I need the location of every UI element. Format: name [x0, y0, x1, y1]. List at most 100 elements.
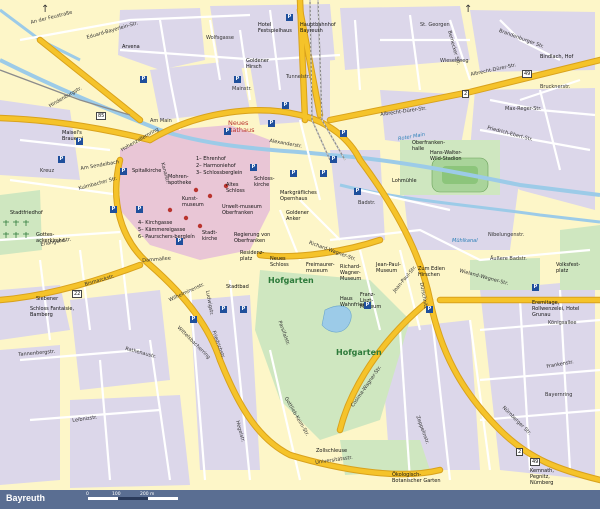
- poi-label: Zum Edlen Hirschen: [418, 266, 446, 278]
- map-footer: Bayreuth 0 100 200 m: [0, 490, 600, 509]
- poi-label: Arvena: [122, 44, 140, 50]
- parking-icon[interactable]: P: [354, 188, 361, 195]
- poi-label: Gottes-ackerkirche: [36, 232, 65, 244]
- parking-icon[interactable]: P: [268, 120, 275, 127]
- park-label-hofgarten: Hofgarten: [268, 276, 314, 285]
- road-label: St. Georgen: [420, 22, 450, 28]
- road-label: Nibelungenstr.: [488, 232, 525, 238]
- poi-label: Goldener Hirsch: [246, 58, 269, 70]
- poi-label: Neues Schloss: [270, 256, 289, 268]
- north-arrow-icon: ↑: [41, 4, 50, 15]
- poi-label: Jean-Paul-Museum: [376, 262, 401, 274]
- scale-segment: [148, 497, 178, 500]
- parking-icon[interactable]: P: [290, 170, 297, 177]
- parking-icon[interactable]: P: [140, 76, 147, 83]
- poi-label: Stadt-kirche: [202, 230, 218, 242]
- parking-icon[interactable]: P: [282, 102, 289, 109]
- parking-icon[interactable]: P: [286, 14, 293, 21]
- poi-label: Freimaurer-museum: [306, 262, 335, 274]
- parking-icon[interactable]: P: [224, 128, 231, 135]
- legend-item: 3– Schlossberglein: [196, 170, 243, 176]
- road-label: Tunnelstr.: [286, 74, 311, 80]
- poi-label: Zollschleuse: [316, 448, 348, 454]
- poi-label: Siebener: [36, 296, 59, 302]
- parking-icon[interactable]: P: [58, 156, 65, 163]
- city-map[interactable]: Eduard-Bayerlein-Str. An der Feustraße A…: [0, 0, 600, 509]
- road-label: Königsallee: [548, 320, 577, 326]
- poi-label: Spitalkirche: [132, 168, 162, 174]
- parking-icon[interactable]: P: [330, 156, 337, 163]
- poi-label: Hauptbahnhof Bayreuth: [300, 22, 336, 34]
- road-label: Brucknerstr.: [540, 84, 571, 90]
- poi-label: Lohmühle: [392, 178, 417, 184]
- legend-item: 6– Paurschers-bergleín: [138, 234, 195, 240]
- road-label: Wolfsgasse: [206, 35, 234, 41]
- road-label: Mainstr.: [232, 86, 252, 92]
- route-badge: 2: [516, 448, 524, 456]
- parking-icon[interactable]: P: [426, 306, 433, 313]
- route-badge: 85: [96, 112, 107, 120]
- scale-segment: [118, 497, 148, 500]
- park-label-hofgarten: Hofgarten: [336, 348, 382, 357]
- parking-icon[interactable]: P: [190, 316, 197, 323]
- poi-label: Goldener Anker: [286, 210, 309, 222]
- poi-label: Ökologisch-Botanischer Garten: [392, 472, 441, 484]
- map-title: Bayreuth: [6, 493, 46, 503]
- road-label: Wiesenweg: [440, 58, 469, 64]
- poi-label: Neues Rathaus: [228, 119, 255, 134]
- route-badge: 49: [522, 70, 533, 78]
- road-label: Badstr.: [358, 200, 376, 206]
- legend-item: 2– Harmoniehof: [196, 163, 236, 169]
- legend-list-2: 4– Kirchgasse 5– Kämmereigasse 6– Paursc…: [138, 220, 195, 241]
- road-label: Äußere Badstr.: [490, 256, 527, 262]
- scale-label: 100: [112, 492, 121, 497]
- poi-label: Stadtbad: [226, 284, 249, 290]
- parking-icon[interactable]: P: [76, 138, 83, 145]
- poi-label: Stadtfriedhof: [10, 210, 43, 216]
- parking-icon[interactable]: P: [364, 302, 371, 309]
- road-label: Am Main: [150, 118, 172, 124]
- legend-item: 5– Kämmereigasse: [138, 227, 186, 233]
- road-label: Max-Reger-Str.: [505, 106, 542, 112]
- legend-list-1: 1– Ehrenhof 2– Harmoniehof 3– Schlossber…: [196, 156, 242, 177]
- poi-label: Kunst-museum: [182, 196, 204, 208]
- route-badge: 2: [462, 90, 470, 98]
- parking-icon[interactable]: P: [250, 164, 257, 171]
- poi-label: Schloss-kirche: [254, 176, 275, 188]
- legend-item: 1– Ehrenhof: [196, 156, 226, 162]
- poi-label: Volksfest-platz: [556, 262, 581, 274]
- poi-label: Markgräfliches Opernhaus: [280, 190, 317, 202]
- route-badge: 22: [72, 290, 83, 298]
- parking-icon[interactable]: P: [320, 170, 327, 177]
- scale-label: 0: [86, 492, 89, 497]
- poi-label: Richard-Wagner-Museum: [340, 264, 362, 282]
- parking-icon[interactable]: P: [136, 206, 143, 213]
- poi-label: Kemnath, Pegnitz, Nürnberg: [530, 468, 554, 486]
- road-label: Kreuz: [40, 168, 55, 174]
- parking-icon[interactable]: P: [240, 306, 247, 313]
- road-label: Bayernring: [545, 392, 573, 398]
- parking-icon[interactable]: P: [110, 206, 117, 213]
- poi-label: Schloss Fantaisie, Bamberg: [30, 306, 75, 318]
- parking-icon[interactable]: P: [220, 306, 227, 313]
- poi-label: Residenz-platz: [240, 250, 265, 262]
- parking-icon[interactable]: P: [120, 168, 127, 175]
- poi-label: Hans-Walter-Wild-Stadion: [430, 150, 462, 162]
- poi-label: Regierung von Oberfranken: [234, 232, 271, 244]
- parking-icon[interactable]: P: [532, 284, 539, 291]
- parking-icon[interactable]: P: [176, 238, 183, 245]
- poi-label: Urwelt-museum Oberfranken: [222, 204, 262, 216]
- scale-bar: 0 100 200 m: [86, 492, 208, 503]
- scale-label: 200 m: [140, 492, 155, 497]
- water-label: Mühlkanal: [452, 238, 478, 244]
- route-badge: 49: [530, 458, 541, 466]
- poi-label: Altes Schloss: [226, 182, 245, 194]
- poi-label: Eremitage, Rollwenzelei, Hotel Grunau: [532, 300, 580, 318]
- north-arrow-icon: ↑: [464, 4, 473, 15]
- parking-icon[interactable]: P: [340, 130, 347, 137]
- poi-label: Hotel Festspielhaus: [258, 22, 292, 34]
- legend-item: 4– Kirchgasse: [138, 220, 173, 226]
- parking-icon[interactable]: P: [234, 76, 241, 83]
- poi-label: Bindlach, Hof: [540, 54, 574, 60]
- scale-segment: [88, 497, 118, 500]
